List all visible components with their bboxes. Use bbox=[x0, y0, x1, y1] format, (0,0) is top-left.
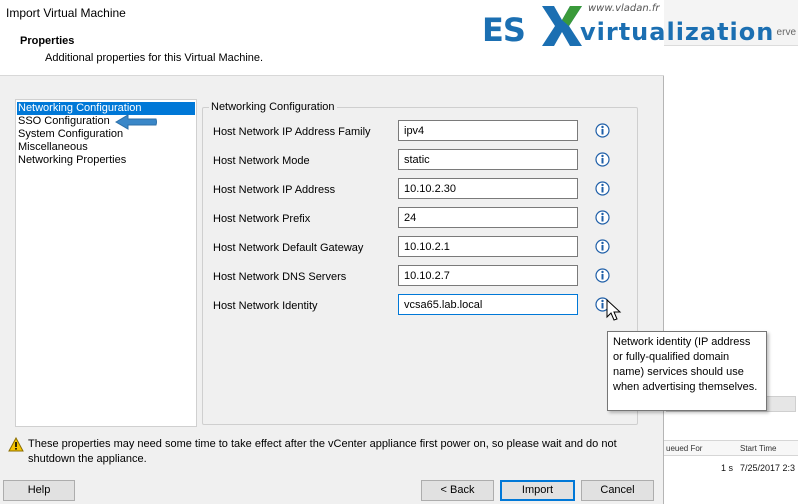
help-button[interactable]: Help bbox=[3, 480, 75, 501]
label-network-prefix: Host Network Prefix bbox=[213, 213, 311, 225]
label-default-gateway: Host Network Default Gateway bbox=[213, 242, 364, 254]
default-gateway-input[interactable] bbox=[398, 236, 578, 257]
column-header-start-time[interactable]: Start Time bbox=[740, 444, 776, 453]
info-icon[interactable] bbox=[595, 152, 610, 167]
label-network-identity: Host Network Identity bbox=[213, 300, 318, 312]
info-icon[interactable] bbox=[595, 268, 610, 283]
row-start-time: 7/25/2017 2:3 bbox=[740, 463, 796, 473]
left-arrow-icon bbox=[115, 114, 157, 130]
info-icon[interactable] bbox=[595, 239, 610, 254]
warning-icon bbox=[8, 437, 24, 452]
network-identity-input[interactable] bbox=[398, 294, 578, 315]
info-icon[interactable] bbox=[595, 123, 610, 138]
label-ip-address-family: Host Network IP Address Family bbox=[213, 126, 371, 138]
dns-servers-input[interactable] bbox=[398, 265, 578, 286]
watermark-prefix: ES bbox=[482, 11, 526, 49]
ip-address-family-input[interactable] bbox=[398, 120, 578, 141]
mouse-pointer-icon bbox=[606, 299, 622, 321]
row-queued-for: 1 s bbox=[721, 463, 734, 473]
info-icon[interactable] bbox=[595, 210, 610, 225]
nav-item-miscellaneous[interactable]: Miscellaneous bbox=[17, 141, 195, 154]
cancel-button[interactable]: Cancel bbox=[581, 480, 654, 501]
nav-item-networking-properties[interactable]: Networking Properties bbox=[17, 154, 195, 167]
dialog-title: Import Virtual Machine bbox=[6, 6, 126, 20]
warning-message: These properties may need some time to t… bbox=[28, 438, 617, 465]
label-ip-address: Host Network IP Address bbox=[213, 184, 336, 196]
background-app-table-header: ueued For Start Time bbox=[664, 440, 798, 456]
watermark-site: www.vladan.fr bbox=[588, 3, 660, 14]
ip-address-input[interactable] bbox=[398, 178, 578, 199]
background-app-window: erve ueued For Start Time 1 s 7/25/2017 … bbox=[664, 0, 798, 504]
network-mode-input[interactable] bbox=[398, 149, 578, 170]
network-identity-tooltip: Network identity (IP address or fully-qu… bbox=[607, 331, 767, 411]
label-network-mode: Host Network Mode bbox=[213, 155, 310, 167]
group-title: Networking Configuration bbox=[209, 101, 337, 113]
properties-nav-list[interactable]: Networking Configuration SSO Configurati… bbox=[15, 99, 197, 427]
back-button[interactable]: < Back bbox=[421, 480, 494, 501]
nav-item-sso-configuration[interactable]: SSO Configuration bbox=[17, 115, 195, 128]
x-logo-icon bbox=[542, 6, 582, 46]
esxvirtualization-watermark: ES www.vladan.fr virtualization bbox=[480, 2, 798, 50]
label-dns-servers: Host Network DNS Servers bbox=[213, 271, 347, 283]
nav-item-system-configuration[interactable]: System Configuration bbox=[17, 128, 195, 141]
network-prefix-input[interactable] bbox=[398, 207, 578, 228]
nav-item-networking-configuration[interactable]: Networking Configuration bbox=[17, 102, 195, 115]
column-header-queued-for[interactable]: ueued For bbox=[666, 444, 702, 453]
import-button[interactable]: Import bbox=[500, 480, 575, 501]
page-subtitle: Additional properties for this Virtual M… bbox=[45, 52, 264, 64]
watermark-suffix: virtualization bbox=[580, 18, 775, 46]
page-title: Properties bbox=[20, 35, 75, 47]
info-icon[interactable] bbox=[595, 181, 610, 196]
